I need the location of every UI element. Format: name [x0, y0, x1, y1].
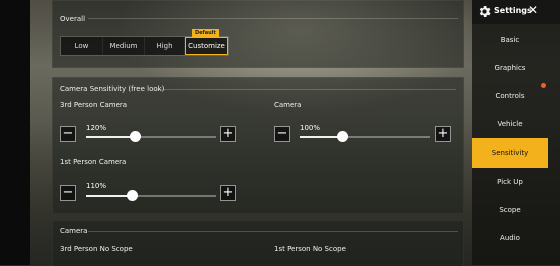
overall-label: Overall: [60, 15, 86, 23]
camera-value: 100%: [300, 124, 321, 132]
left-edge-bar: [0, 0, 30, 265]
camera-slider-thumb[interactable]: [336, 131, 348, 142]
third-person-plus-button[interactable]: +: [220, 126, 236, 142]
quality-selector: Low Medium High Customize: [60, 36, 229, 56]
third-person-slider-fill: [86, 136, 136, 138]
first-person-slider-fill: [86, 195, 132, 197]
option-high[interactable]: High: [145, 37, 185, 55]
settings-title: Settings: [494, 6, 532, 15]
camera-minus-button[interactable]: −: [274, 126, 290, 142]
camera-label: Camera: [274, 101, 302, 109]
sidebar-item-graphics[interactable]: Graphics: [472, 53, 548, 83]
sidebar-item-audio[interactable]: Audio: [472, 223, 548, 253]
close-button[interactable]: ✕: [528, 3, 538, 17]
third-person-label: 3rd Person Camera: [60, 101, 128, 109]
third-person-value: 120%: [86, 124, 107, 132]
camera-slider[interactable]: [300, 131, 430, 142]
first-person-minus-button[interactable]: −: [60, 185, 76, 201]
sidebar-item-scope[interactable]: Scope: [472, 195, 548, 225]
camera-panel: [52, 220, 464, 266]
option-medium[interactable]: Medium: [103, 37, 145, 55]
third-person-minus-button[interactable]: −: [60, 126, 76, 142]
sidebar-item-pick-up[interactable]: Pick Up: [472, 167, 548, 197]
sidebar-item-controls[interactable]: Controls: [472, 81, 548, 111]
overall-panel: [52, 0, 464, 68]
first-person-slider-thumb[interactable]: [126, 190, 138, 201]
first-person-plus-button[interactable]: +: [220, 185, 236, 201]
gear-icon: [477, 4, 492, 23]
sidebar-item-sensitivity[interactable]: Sensitivity: [472, 138, 548, 168]
camera-sensitivity-panel: [52, 77, 464, 214]
option-customize[interactable]: Customize: [185, 37, 228, 55]
overall-divider: [88, 18, 458, 19]
third-person-slider[interactable]: [86, 131, 216, 142]
first-person-value: 110%: [86, 182, 107, 190]
camera-plus-button[interactable]: +: [435, 126, 451, 142]
camera-sensitivity-label: Camera Sensitivity (free look): [60, 85, 165, 93]
first-person-label: 1st Person Camera: [60, 158, 127, 166]
camera-section-divider: [88, 231, 458, 232]
third-no-scope-label: 3rd Person No Scope: [60, 245, 133, 253]
first-person-slider[interactable]: [86, 190, 216, 201]
camera-section-label: Camera: [60, 227, 88, 235]
first-no-scope-label: 1st Person No Scope: [274, 245, 346, 253]
sidebar-item-vehicle[interactable]: Vehicle: [472, 109, 548, 139]
sidebar-item-basic[interactable]: Basic: [472, 25, 548, 55]
default-tag: Default: [192, 29, 219, 37]
camera-sensitivity-divider: [156, 89, 456, 90]
option-low[interactable]: Low: [61, 37, 103, 55]
controls-notification-dot: [541, 83, 546, 88]
camera-slider-fill: [300, 136, 342, 138]
